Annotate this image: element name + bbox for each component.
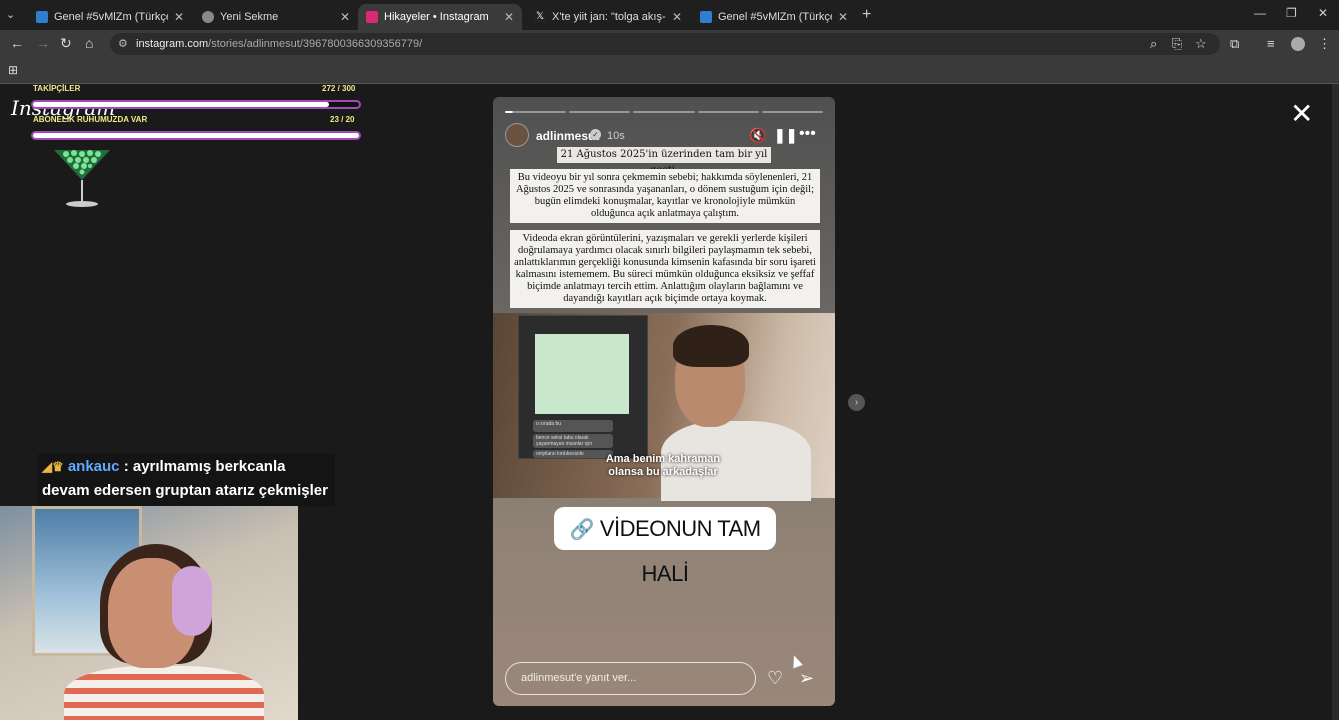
- striped-shirt: [64, 666, 264, 720]
- bookmark-star-icon[interactable]: ☆: [1195, 36, 1207, 52]
- tab-title: Yeni Sekme: [220, 11, 279, 23]
- crown-badge-icon: ◢♛: [42, 459, 64, 474]
- minimize-icon[interactable]: —: [1254, 6, 1266, 20]
- site-info-icon[interactable]: ⚙: [118, 33, 128, 55]
- tab-close-icon[interactable]: ✕: [504, 10, 514, 24]
- full-video-link-sticker[interactable]: 🔗 VİDEONUN TAM HALİ: [554, 507, 776, 586]
- instagram-favicon-icon: [366, 11, 378, 23]
- phone-screenshot: o sırada bu bence seksi tabu olarak yaşa…: [518, 315, 648, 459]
- tab-close-icon[interactable]: ✕: [340, 10, 350, 24]
- story-progress-segment: [761, 111, 824, 113]
- x-favicon-icon: 𝕏: [534, 11, 546, 23]
- reload-icon[interactable]: ↻: [60, 35, 72, 52]
- tab-title: Genel #5vMlZm (Türkçe) - Gart: [718, 11, 832, 23]
- subscription-progress-bar: [31, 131, 361, 140]
- story-video-frame: o sırada bu bence seksi tabu olarak yaşa…: [493, 313, 835, 501]
- link-icon: 🔗: [569, 519, 594, 541]
- chrome-favicon-icon: [202, 11, 214, 23]
- home-icon[interactable]: ⌂: [85, 35, 93, 51]
- restore-icon[interactable]: ❐: [1286, 6, 1297, 20]
- tab-title: Genel #5vMlZm (Türkçe) - Gart: [54, 11, 168, 23]
- story-paragraph-2: Videoda ekran görüntülerini, yazışmaları…: [510, 230, 820, 308]
- phone-chat-image: [535, 334, 629, 414]
- like-heart-icon[interactable]: ♡: [767, 668, 783, 689]
- story-close-icon[interactable]: ✕: [1290, 100, 1313, 128]
- video-caption-line-1: Ama benim kahraman: [605, 453, 721, 465]
- followers-label: TAKİPÇİLER: [33, 84, 81, 93]
- story-paragraph-1: Bu videoyu bir yıl sonra çekmemin sebebi…: [510, 169, 820, 223]
- story-age: 10s: [607, 130, 625, 142]
- man-hair: [673, 325, 749, 367]
- phone-message: bence seksi tabu olarak yaşanmayan insan…: [533, 434, 613, 448]
- extensions-icon[interactable]: ⧉: [1230, 36, 1239, 52]
- menu-kebab-icon[interactable]: ⋮: [1318, 36, 1331, 52]
- tab-search-icon[interactable]: ⌄: [6, 8, 22, 22]
- page-scrollbar[interactable]: [1332, 84, 1339, 720]
- subscription-progress-fill: [33, 133, 359, 138]
- tab-strip: ⌄ Genel #5vMlZm (Türkçe) - Gart ✕ Yeni S…: [0, 0, 1339, 30]
- tab-instagram[interactable]: Hikayeler • Instagram ✕: [358, 4, 522, 30]
- martini-glass-icon: [54, 150, 110, 207]
- tab-x-post[interactable]: 𝕏 X'te yiit jan: "tolga akış-manifes ✕: [526, 4, 690, 30]
- verified-badge-icon: ✓: [590, 129, 601, 140]
- discord-favicon-icon: [700, 11, 712, 23]
- followers-progress-bar: [31, 100, 361, 109]
- new-tab-icon[interactable]: +: [862, 6, 871, 24]
- story-progress-segment: [633, 111, 695, 113]
- tab-title: Hikayeler • Instagram: [384, 11, 489, 23]
- followers-progress-fill: [33, 102, 329, 107]
- story-viewer: adlinmesut ✓ 10s 🔇 ❚❚ ••• 21 Ağustos 202…: [493, 97, 835, 706]
- chat-username: ankauc: [67, 458, 120, 475]
- followers-value: 272 / 300: [322, 84, 356, 93]
- zoom-icon[interactable]: ⌕: [1150, 36, 1157, 52]
- story-progress-segment: [569, 111, 631, 113]
- forward-icon[interactable]: →: [36, 35, 50, 51]
- profile-avatar[interactable]: [1291, 37, 1305, 51]
- page-content: Instagram TAKİPÇİLER 272 / 300 ABONELİK …: [0, 84, 1332, 720]
- story-progress-segment: [505, 111, 567, 113]
- stream-chat-message: ◢♛ ankauc : ayrılmamış berkcanla devam e…: [38, 454, 335, 506]
- apps-grid-icon[interactable]: ⊞: [8, 63, 18, 77]
- install-app-icon[interactable]: ⎘: [1172, 36, 1182, 52]
- send-icon[interactable]: ➢: [799, 668, 814, 689]
- headphones: [172, 566, 212, 636]
- address-bar[interactable]: ⚙ instagram.com/stories/adlinmesut/39678…: [110, 33, 1220, 55]
- story-avatar[interactable]: [505, 123, 529, 147]
- streamer-webcam: [0, 506, 298, 720]
- story-progress-bars: [505, 111, 824, 113]
- back-icon[interactable]: ←: [10, 35, 24, 51]
- tab-genel-1[interactable]: Genel #5vMlZm (Türkçe) - Gart ✕: [28, 4, 192, 30]
- discord-favicon-icon: [36, 11, 48, 23]
- tab-close-icon[interactable]: ✕: [672, 10, 682, 24]
- bookmarks-bar: ⊞: [0, 58, 1339, 84]
- story-reply-input[interactable]: adlinmesut'e yanıt ver...: [505, 662, 756, 695]
- tab-title: X'te yiit jan: "tolga akış-manifes: [552, 11, 666, 23]
- url-host: instagram.com: [136, 38, 209, 50]
- next-story-chevron-icon[interactable]: ›: [848, 394, 865, 411]
- subscription-label: ABONELİK RUHUMUZDA VAR: [33, 115, 148, 124]
- video-caption-line-2: olansa bu arkadaşlar: [608, 466, 718, 478]
- tab-yeni-sekme[interactable]: Yeni Sekme ✕: [194, 4, 358, 30]
- story-progress-segment: [697, 111, 759, 113]
- tab-genel-2[interactable]: Genel #5vMlZm (Türkçe) - Gart ✕: [692, 4, 856, 30]
- link-text: VİDEONUN TAM HALİ: [599, 516, 761, 586]
- pause-icon[interactable]: ❚❚: [774, 127, 797, 144]
- tab-close-icon[interactable]: ✕: [838, 10, 848, 24]
- media-control-icon[interactable]: ≡: [1267, 36, 1275, 51]
- story-date-line: 21 Ağustos 2025'in üzerinden tam bir yıl…: [557, 147, 771, 176]
- tab-close-icon[interactable]: ✕: [174, 10, 184, 24]
- subscription-value: 23 / 20: [330, 115, 355, 124]
- browser-toolbar: ← → ↻ ⌂ ⚙ instagram.com/stories/adlinmes…: [0, 30, 1339, 58]
- phone-message: o sırada bu: [533, 420, 613, 432]
- url-path: /stories/adlinmesut/3967800366309356779/: [208, 38, 423, 50]
- mute-icon[interactable]: 🔇: [749, 127, 766, 144]
- window-close-icon[interactable]: ✕: [1318, 6, 1328, 20]
- more-options-icon[interactable]: •••: [799, 125, 816, 143]
